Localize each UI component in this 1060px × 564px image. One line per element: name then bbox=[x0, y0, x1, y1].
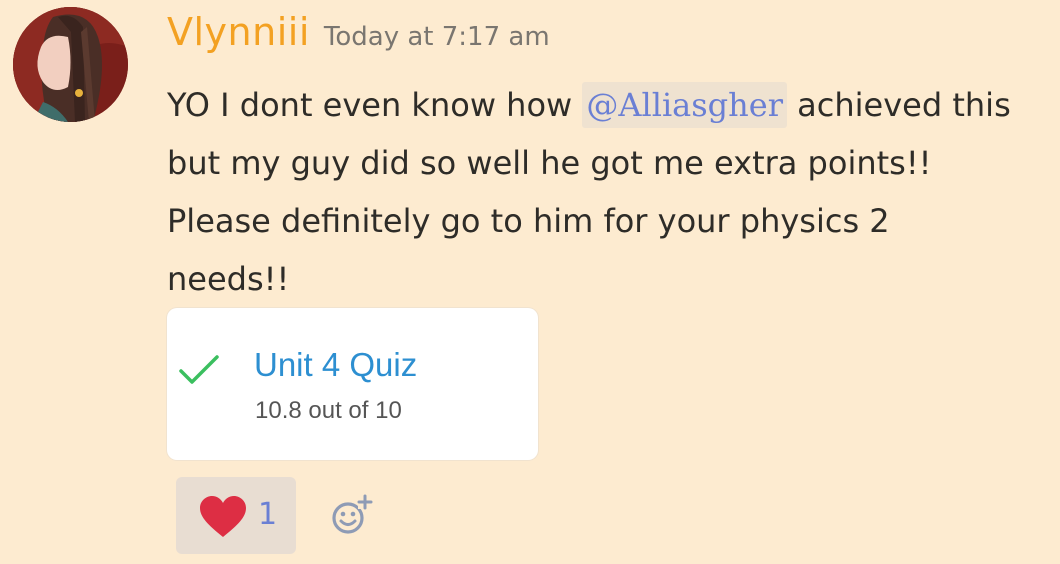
quiz-score: 10.8 out of 10 bbox=[255, 397, 402, 424]
message-line: YO I dont even know how @Alliasgher achi… bbox=[167, 76, 1047, 134]
message-text: achieved this bbox=[787, 86, 1011, 124]
username[interactable]: Vlynniii bbox=[167, 10, 310, 54]
user-mention[interactable]: @Alliasgher bbox=[582, 82, 787, 128]
heart-reaction-button[interactable]: 1 bbox=[176, 477, 296, 554]
timestamp: Today at 7:17 am bbox=[323, 22, 550, 52]
check-icon bbox=[179, 355, 219, 384]
message-text: YO I dont even know how bbox=[167, 86, 583, 124]
message-line: needs!! bbox=[167, 260, 290, 298]
add-reaction-icon[interactable] bbox=[328, 491, 376, 539]
avatar-image bbox=[13, 7, 128, 122]
message-line: but my guy did so well he got me extra p… bbox=[167, 144, 932, 182]
avatar[interactable] bbox=[13, 7, 128, 122]
image-attachment[interactable]: Unit 4 Quiz 10.8 out of 10 bbox=[167, 308, 538, 460]
heart-icon bbox=[200, 496, 246, 537]
message-line: Please definitely go to him for your phy… bbox=[167, 202, 890, 240]
chat-message: Vlynniii Today at 7:17 am YO I dont even … bbox=[0, 0, 1060, 564]
message-content: YO I dont even know how @Alliasgher achi… bbox=[167, 76, 1047, 308]
quiz-title: Unit 4 Quiz bbox=[254, 346, 418, 383]
reaction-count: 1 bbox=[258, 497, 278, 532]
message-header: Vlynniii Today at 7:17 am bbox=[167, 10, 550, 70]
